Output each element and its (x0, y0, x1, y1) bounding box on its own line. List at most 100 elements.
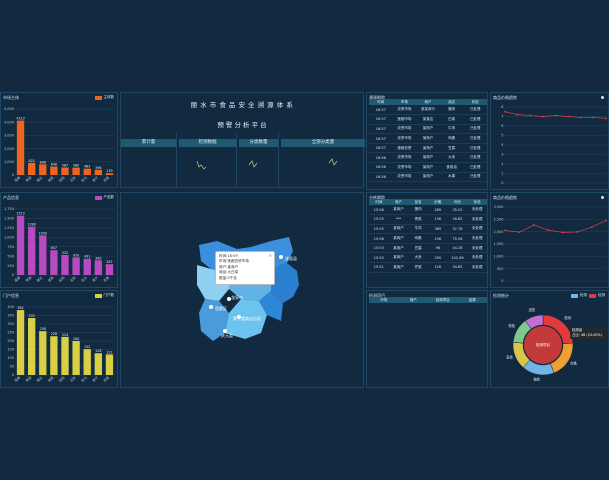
data-point[interactable] (547, 229, 550, 232)
page-subtitle: 预 警 分 析 平 台 (217, 121, 267, 129)
bar[interactable] (16, 120, 25, 175)
column-header[interactable]: 商户 (398, 297, 428, 303)
bar-value-label: 657 (51, 246, 57, 250)
table-row[interactable]: 15:55 *** 青菜 136 26.85 未处理 (369, 214, 487, 225)
chart-legend[interactable]: 产品数 (94, 195, 114, 200)
chart-legend[interactable]: 主体数 (94, 95, 114, 100)
bar[interactable] (105, 264, 114, 275)
column-header[interactable]: 检测项目 (428, 297, 458, 303)
data-point[interactable] (504, 110, 506, 113)
table-cell: 已处理 (463, 152, 487, 164)
panel-title: 商品价格趋势 (493, 95, 517, 100)
bar[interactable] (105, 173, 114, 175)
bar[interactable] (61, 336, 69, 375)
bar[interactable] (72, 167, 80, 175)
region-map[interactable]: 遂昌县 莲都区 景宁畲族自治县 庆元县 龙泉市 (121, 193, 365, 389)
table-cell: 大米 (408, 252, 428, 264)
table-cell: 已处理 (463, 124, 487, 135)
y-tick-label: 0 (12, 173, 14, 177)
data-point[interactable] (605, 117, 607, 120)
table-cell: 34.85 (447, 262, 468, 273)
bar[interactable] (16, 215, 25, 275)
bar[interactable] (105, 354, 114, 375)
table-row[interactable]: 15:53 某商户 豆腐 96 44.28 未处理 (369, 243, 487, 254)
data-point[interactable] (605, 219, 607, 222)
x-tick-label: 景宁 (91, 275, 99, 283)
bar[interactable] (39, 164, 47, 175)
bar[interactable] (28, 318, 36, 375)
data-point[interactable] (567, 115, 570, 118)
bar[interactable] (50, 336, 58, 375)
column-header[interactable]: 市场 (369, 297, 399, 303)
map-panel[interactable]: 遂昌县 莲都区 景宁畲族自治县 庆元县 龙泉市 × 时间:16:59 市场:莲都… (120, 192, 364, 388)
bar-value-label: 431 (84, 255, 90, 259)
pie-tooltip: 检测品 占比: 48 (24.00%) (570, 327, 608, 339)
bar[interactable] (28, 226, 36, 275)
bar[interactable] (61, 167, 69, 175)
data-point[interactable] (504, 229, 506, 232)
column-header[interactable]: 结果 (457, 297, 487, 303)
table-cell: 16:57 (369, 114, 393, 125)
data-point[interactable] (541, 115, 544, 118)
data-point[interactable] (516, 113, 519, 116)
table-row[interactable]: 16:57 农贸市场 某某商行 猪肉 已处理 (369, 105, 487, 116)
table-cell: 102.96 (447, 252, 468, 264)
table-row[interactable]: 15:56 某商户 鸡蛋 156 75.56 未处理 (369, 233, 487, 244)
y-tick-label: 750 (7, 245, 14, 249)
bar[interactable] (16, 310, 25, 375)
chart-legend[interactable]: 门户数 (94, 293, 114, 298)
stat-card-2[interactable]: 检测数据 (179, 133, 237, 187)
bar[interactable] (50, 166, 58, 175)
data-point[interactable] (518, 231, 521, 234)
sort-table-panel: 分拣跟踪 时间 商户 品名 价格 均价 状态 15:56 某商户 猪肉 289 35.25 未处理 15… (366, 192, 488, 288)
stat-card-4[interactable]: 全部分类量 (281, 133, 365, 187)
x-tick-label: 遂昌 (46, 275, 54, 283)
bar[interactable] (83, 349, 91, 375)
data-point[interactable] (576, 231, 579, 233)
table-row[interactable]: 15:53 某商户 大米 290 102.96 未处理 (369, 252, 487, 264)
data-point[interactable] (529, 114, 532, 117)
bar[interactable] (39, 235, 47, 275)
bar[interactable] (94, 169, 102, 175)
legend-swatch (571, 293, 578, 298)
data-point[interactable] (561, 231, 564, 234)
data-point[interactable] (532, 224, 535, 226)
table-row[interactable]: 16:56 农贸市场 某商户 食用油 已处理 (369, 162, 487, 173)
data-point[interactable] (592, 116, 595, 119)
table-row[interactable]: 16:57 莲都市场 某某店 白菜 已处理 (369, 114, 487, 125)
x-tick-label: 莲都 (13, 274, 22, 282)
table-row[interactable]: 16:57 农贸市场 某商户 鸡蛋 已处理 (369, 133, 487, 144)
bar[interactable] (50, 250, 58, 275)
table-row[interactable]: 16:57 农贸市场 某商户 牛肉 已处理 (369, 124, 487, 135)
table-row[interactable]: 15:56 某商户 猪肉 289 35.25 未处理 (369, 205, 487, 216)
bar[interactable] (39, 331, 47, 375)
data-point[interactable] (554, 114, 557, 117)
table-cell: 已处理 (463, 143, 487, 154)
table-row[interactable]: 15:55 某商户 牛肉 389 37.78 未处理 (369, 224, 487, 235)
table-cell: 农贸市场 (392, 133, 417, 144)
stat-sparkline (248, 160, 258, 168)
y-tick-label: 0 (501, 181, 503, 185)
chart-legend[interactable]: 检测 检测 (571, 293, 605, 298)
bar[interactable] (72, 341, 80, 375)
bar[interactable] (83, 168, 91, 175)
table-row[interactable]: 16:56 农贸市场 某商户 水果 已处理 (369, 172, 487, 183)
stat-card-1[interactable]: 累计量 (121, 133, 177, 187)
table-row[interactable]: 16:56 农贸市场 某商户 大米 已处理 (369, 152, 487, 164)
table-row[interactable]: 16:57 莲都农贸 某商户 豆腐 已处理 (369, 143, 487, 154)
table-row[interactable]: 15:51 某商户 芹菜 126 34.85 未处理 (369, 262, 487, 273)
bar[interactable] (94, 353, 102, 375)
data-point[interactable] (590, 226, 593, 229)
close-icon[interactable]: × (269, 253, 272, 258)
data-point[interactable] (579, 116, 582, 119)
bar[interactable] (61, 254, 69, 275)
map-label: 庆元县 (221, 332, 233, 338)
bar[interactable] (83, 258, 91, 275)
menu-dot-icon[interactable] (601, 96, 604, 99)
menu-dot-icon[interactable] (601, 196, 604, 199)
y-tick-label: 1,250 (4, 226, 14, 230)
bar[interactable] (28, 162, 36, 175)
bar[interactable] (94, 260, 102, 275)
stat-card-3[interactable]: 分类数量 (239, 133, 279, 187)
bar[interactable] (72, 257, 80, 275)
